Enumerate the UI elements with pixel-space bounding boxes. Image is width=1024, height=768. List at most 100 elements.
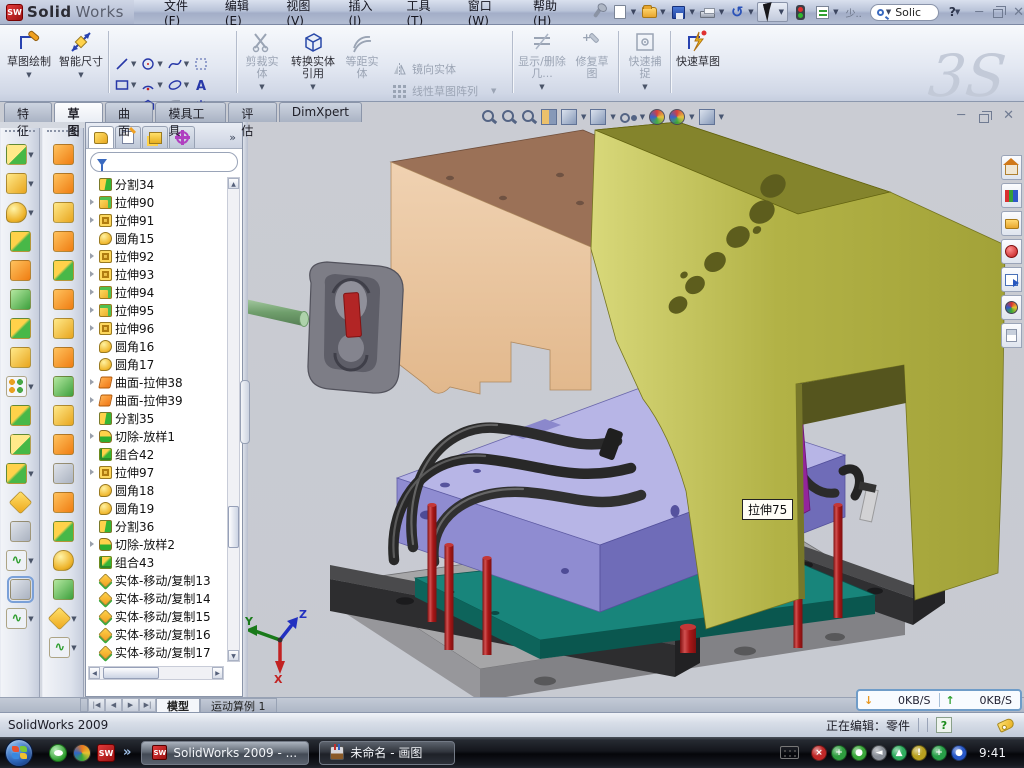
toolbar-caret[interactable]: ▼	[28, 180, 33, 188]
tab-特征[interactable]: 特征	[4, 102, 52, 122]
tab-nav-button[interactable]: ▶	[122, 698, 139, 712]
tree-item[interactable]: 拉伸95	[88, 301, 226, 319]
arc-tool-icon[interactable]	[140, 77, 156, 93]
view-orientation-icon[interactable]	[561, 109, 577, 125]
selection-box-icon[interactable]	[193, 56, 209, 72]
search-input[interactable]: Solic	[895, 6, 921, 19]
tree-item[interactable]: 实体-移动/复制15	[88, 607, 226, 625]
expand-arrow-icon[interactable]	[88, 433, 96, 439]
tray-update-icon[interactable]: ●	[851, 745, 867, 761]
panel-tabs-overflow[interactable]: »	[229, 131, 240, 148]
expand-arrow-icon[interactable]	[88, 397, 96, 403]
toolbar-orange-icon[interactable]	[53, 289, 74, 310]
smart-dimension-button[interactable]: 智能尺寸▼	[58, 29, 104, 81]
tray-signal-icon[interactable]: ▲	[891, 745, 907, 761]
tree-item[interactable]: 拉伸92	[88, 247, 226, 265]
tree-item[interactable]: 实体-移动/复制17	[88, 643, 226, 661]
tab-motion-study[interactable]: 运动算例 1	[200, 698, 277, 712]
tab-DimXpert[interactable]: DimXpert	[279, 102, 362, 122]
status-tag-icon[interactable]	[997, 717, 1016, 733]
tray-sync-icon[interactable]: ●	[951, 745, 967, 761]
doc-close-button[interactable]: ✕	[1003, 109, 1014, 122]
toolbar-fillet-icon[interactable]	[53, 550, 74, 571]
taskpane-custom-properties-button[interactable]	[1001, 323, 1022, 348]
taskpane-home-button[interactable]	[1001, 155, 1022, 180]
toolbar-caret[interactable]: ▼	[71, 644, 76, 652]
tab-model[interactable]: 模型	[156, 698, 200, 712]
tree-item[interactable]: 分割36	[88, 517, 226, 535]
graphics-viewport[interactable]: Y Z X ▼ ▼ ▼ ▼ ▼ ─ ✕ 拉伸75	[245, 103, 1024, 697]
toolbar-orange-icon[interactable]	[53, 347, 74, 368]
tree-item[interactable]: 圆角18	[88, 481, 226, 499]
toolbar-fillet-icon[interactable]	[6, 202, 27, 223]
hide-show-items-icon[interactable]	[620, 109, 636, 125]
toolbar-green-icon[interactable]	[53, 376, 74, 397]
toolbar-caret[interactable]: ▼	[28, 470, 33, 478]
select-cursor-icon[interactable]	[760, 3, 780, 21]
doc-restore-button[interactable]	[979, 114, 989, 123]
rebuild-icon[interactable]	[790, 3, 810, 21]
doc-minimize-button[interactable]: ─	[957, 109, 965, 122]
toolbar-gold-icon[interactable]	[53, 318, 74, 339]
toolbar-diam-icon[interactable]	[48, 607, 72, 631]
taskbar-button-solidworks[interactable]: SW SolidWorks 2009 - ...	[141, 741, 309, 765]
section-view-icon[interactable]	[541, 109, 557, 125]
taskpane-toolbox-button[interactable]	[1001, 239, 1022, 264]
print-icon[interactable]	[698, 3, 718, 21]
scroll-up-button[interactable]: ▲	[228, 178, 239, 189]
expand-arrow-icon[interactable]	[88, 253, 96, 259]
circle-tool-icon[interactable]	[140, 56, 156, 72]
tree-filter-box[interactable]	[90, 152, 238, 172]
toolbar-mix-icon[interactable]	[6, 463, 27, 484]
save-icon[interactable]	[669, 3, 689, 21]
input-method-icon[interactable]	[780, 746, 799, 759]
tree-item[interactable]: 实体-移动/复制13	[88, 571, 226, 589]
tab-草图[interactable]: 草图	[54, 102, 102, 122]
sketch-button[interactable]: 草图绘制▼	[6, 29, 52, 81]
toolbar-squig-icon[interactable]: ∿	[49, 637, 70, 658]
open-caret[interactable]: ▼	[660, 8, 665, 16]
toolbar-caret[interactable]: ▼	[28, 209, 33, 217]
print-caret[interactable]: ▼	[719, 8, 724, 16]
toolbar-gold-icon[interactable]	[53, 405, 74, 426]
expand-arrow-icon[interactable]	[88, 199, 96, 205]
model-red-insert[interactable]	[343, 292, 361, 337]
toolbar-gold-icon[interactable]	[6, 173, 27, 194]
expand-arrow-icon[interactable]	[88, 271, 96, 277]
expand-arrow-icon[interactable]	[88, 325, 96, 331]
panel-splitter-grip[interactable]	[240, 380, 250, 444]
toolbar-diam-icon[interactable]	[8, 491, 32, 515]
expand-arrow-icon[interactable]	[88, 379, 96, 385]
taskbar-button-paint[interactable]: 未命名 - 画图	[319, 741, 455, 765]
toolbar-overflow[interactable]: 少..	[845, 5, 861, 20]
expand-arrow-icon[interactable]	[88, 541, 96, 547]
tree-item[interactable]: 实体-移动/复制16	[88, 625, 226, 643]
quicklaunch-app-icon[interactable]	[73, 744, 91, 762]
edit-appearance-icon[interactable]	[649, 109, 665, 125]
quicklaunch-solidworks-icon[interactable]: SW	[97, 744, 115, 762]
tray-network-warning-icon[interactable]: !	[911, 745, 927, 761]
tree-item[interactable]: 拉伸93	[88, 265, 226, 283]
toolbar-gold2-icon[interactable]	[6, 144, 27, 165]
scroll-left-button[interactable]: ◀	[89, 667, 100, 679]
new-document-icon[interactable]	[610, 3, 630, 21]
taskpane-file-explorer-button[interactable]	[1001, 267, 1022, 292]
tree-item[interactable]: 拉伸96	[88, 319, 226, 337]
toolbar-gold2-icon[interactable]	[10, 434, 31, 455]
options-caret[interactable]: ▼	[833, 8, 838, 16]
configuration-manager-tab[interactable]	[142, 126, 168, 148]
options-icon[interactable]	[812, 3, 832, 21]
taskpane-appearances-button[interactable]	[1001, 295, 1022, 320]
toolbar-caret[interactable]: ▼	[71, 615, 76, 623]
tray-antivirus-icon[interactable]: ×	[811, 745, 827, 761]
toolbar-sel-icon[interactable]	[10, 579, 31, 600]
tree-item[interactable]: 圆角15	[88, 229, 226, 247]
zoom-area-icon[interactable]	[501, 109, 517, 125]
toolbar-caret[interactable]: ▼	[28, 151, 33, 159]
tab-nav-button[interactable]: ◀	[105, 698, 122, 712]
toolbar-mix-icon[interactable]	[10, 318, 31, 339]
close-button[interactable]: ✕	[1013, 6, 1024, 19]
rapid-sketch-button[interactable]: 快速草图	[676, 29, 720, 68]
help-caret[interactable]: ▼	[955, 8, 960, 16]
toolbar-squig-icon[interactable]: ∿	[6, 608, 27, 629]
